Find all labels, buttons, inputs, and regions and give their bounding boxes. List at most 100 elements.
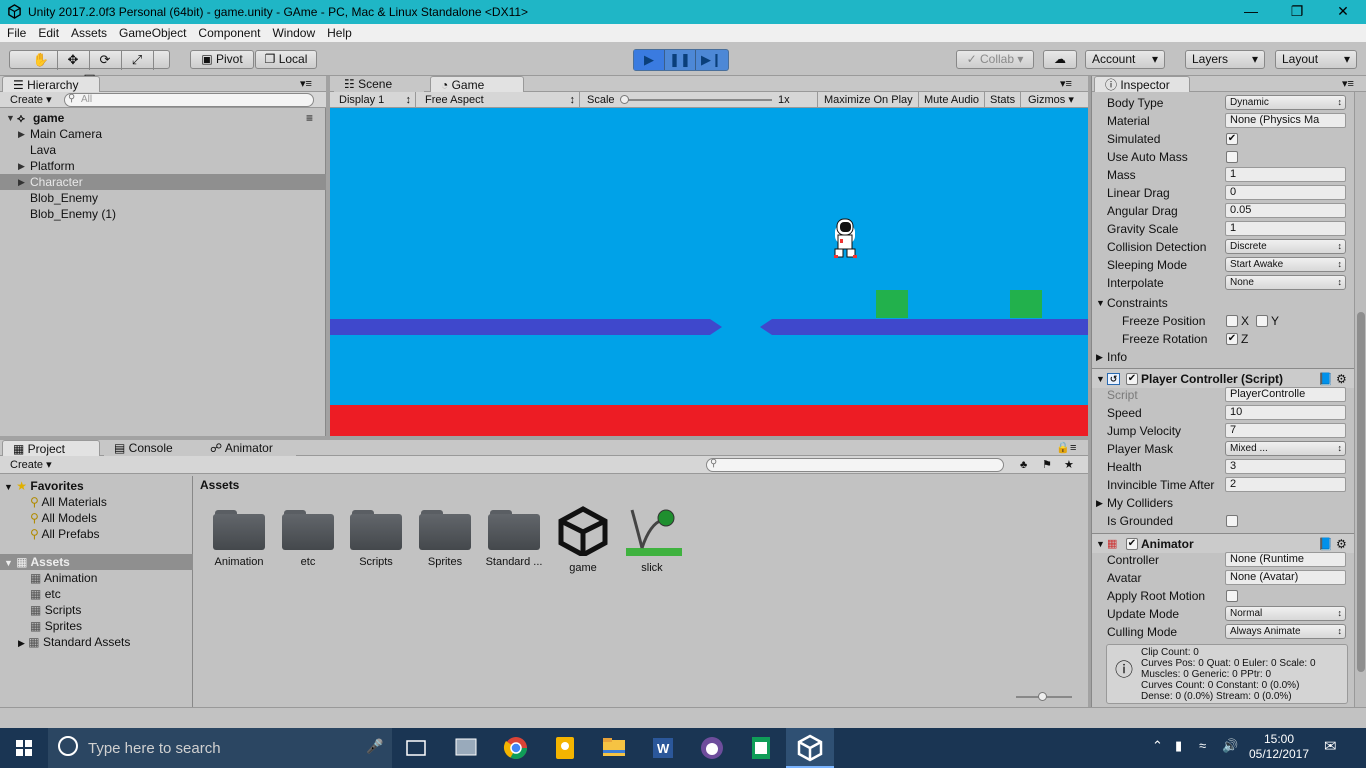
menu-component[interactable]: Component <box>192 24 266 42</box>
hierarchy-create-button[interactable]: Create ▾ <box>10 93 52 107</box>
photos-app-icon[interactable] <box>442 728 490 768</box>
layers-dropdown[interactable]: Layers ▾ <box>1185 50 1265 69</box>
close-icon[interactable]: ✕ <box>1320 0 1366 24</box>
restore-icon[interactable]: ❐ <box>1274 0 1320 24</box>
my-colliders-foldout[interactable]: ▶ My Colliders <box>1092 494 1354 512</box>
property-field[interactable]: None (Runtime <box>1225 552 1346 567</box>
list-item[interactable]: ⚲ All Materials <box>30 494 107 510</box>
tab-inspector[interactable]: ⓘ Inspector <box>1094 76 1190 92</box>
scale-tool-icon[interactable]: ⤢ <box>122 51 154 70</box>
property-checkbox[interactable] <box>1226 590 1238 602</box>
list-item[interactable]: Blob_Enemy (1) <box>0 206 326 222</box>
favorites-row[interactable]: ▼ ★ Favorites <box>4 478 84 494</box>
property-field[interactable]: None (Physics Ma <box>1225 113 1346 128</box>
word-icon[interactable]: W <box>639 728 687 768</box>
maximize-on-play-toggle[interactable]: Maximize On Play <box>819 92 919 108</box>
assets-row[interactable]: ▼ ▦ Assets <box>0 554 193 570</box>
battery-icon[interactable]: ▮ <box>1175 738 1182 754</box>
filter-by-type-icon[interactable]: ♣ <box>1020 458 1027 472</box>
property-field[interactable]: 1 <box>1225 167 1346 182</box>
chevron-up-icon[interactable]: ⌃ <box>1152 738 1163 754</box>
unity-taskbar-icon[interactable] <box>786 728 834 768</box>
property-field[interactable]: 1 <box>1225 221 1346 236</box>
account-dropdown[interactable]: Account ▾ <box>1085 50 1165 69</box>
task-view-icon[interactable] <box>392 728 440 768</box>
gizmos-dropdown[interactable]: Gizmos ▾ <box>1023 92 1079 108</box>
property-dropdown[interactable]: Start Awake <box>1225 257 1346 272</box>
project-create-button[interactable]: Create ▾ <box>10 458 52 472</box>
layout-dropdown[interactable]: Layout ▾ <box>1275 50 1357 69</box>
freeze-position-x-checkbox[interactable] <box>1226 315 1238 327</box>
chrome-icon[interactable] <box>492 728 540 768</box>
notifications-icon[interactable]: ✉ <box>1324 737 1337 755</box>
property-field[interactable]: 10 <box>1225 405 1346 420</box>
tab-game[interactable]: ◔ Game <box>430 76 524 92</box>
pivot-button[interactable]: ▣ Pivot <box>190 50 254 69</box>
list-item[interactable]: ▶ Main Camera <box>0 126 326 142</box>
github-desktop-icon[interactable] <box>688 728 736 768</box>
player-controller-component-header[interactable]: ▼ ↺ ✔ Player Controller (Script) 📘 ⚙ <box>1092 368 1354 388</box>
list-item[interactable]: ▦ Scripts <box>30 602 81 618</box>
list-item[interactable]: ▦ Animation <box>30 570 97 586</box>
list-item[interactable]: Lava <box>0 142 326 158</box>
minimize-icon[interactable]: — <box>1228 0 1274 24</box>
panel-menu-icon[interactable]: ▾≡ <box>1060 77 1072 91</box>
filter-by-label-icon[interactable]: ⚑ <box>1042 458 1052 472</box>
property-field[interactable]: 0.05 <box>1225 203 1346 218</box>
pause-icon[interactable]: ❚❚ <box>665 50 696 70</box>
menu-file[interactable]: File <box>0 24 32 42</box>
asset-folder-scripts[interactable]: Scripts <box>343 500 409 568</box>
play-icon[interactable]: ▶ <box>634 50 665 70</box>
property-dropdown[interactable]: None <box>1225 275 1346 290</box>
cloud-button[interactable]: ☁ <box>1043 50 1077 69</box>
lock-icon[interactable]: 🔒 <box>1056 441 1070 455</box>
taskbar-search-box[interactable]: Type here to search 🎤 <box>48 728 392 768</box>
menu-gameobject[interactable]: GameObject <box>113 24 192 42</box>
tab-scene[interactable]: ☷ Scene <box>334 76 424 92</box>
property-dropdown[interactable]: Discrete <box>1225 239 1346 254</box>
scale-thumb[interactable] <box>620 95 629 104</box>
scale-slider[interactable]: Scale 1x <box>582 92 818 108</box>
tab-hierarchy[interactable]: ☰ Hierarchy <box>2 76 100 92</box>
property-field[interactable]: None (Avatar) <box>1225 570 1346 585</box>
property-dropdown[interactable]: Normal <box>1225 606 1346 621</box>
asset-folder-animation[interactable]: Animation <box>206 500 272 568</box>
component-enabled-checkbox[interactable]: ✔ <box>1126 373 1138 385</box>
windows-start-icon[interactable] <box>0 728 48 768</box>
property-checkbox[interactable]: ✔ <box>1226 133 1238 145</box>
aspect-dropdown[interactable]: Free Aspect ↕ <box>420 92 580 108</box>
property-checkbox[interactable] <box>1226 151 1238 163</box>
asset-folder-etc[interactable]: etc <box>275 500 341 568</box>
hierarchy-search-input[interactable]: All <box>64 93 314 107</box>
menu-help[interactable]: Help <box>321 24 358 42</box>
list-item[interactable]: Blob_Enemy <box>0 190 326 206</box>
panel-menu-icon[interactable]: ▾≡ <box>1342 77 1354 91</box>
move-tool-icon[interactable]: ✥ <box>58 51 90 70</box>
stats-toggle[interactable]: Stats <box>985 92 1022 108</box>
property-field[interactable]: PlayerControlle <box>1225 387 1346 402</box>
collab-button[interactable]: ✓ Collab ▾ <box>956 50 1034 69</box>
inspector-scrollbar[interactable] <box>1354 92 1366 707</box>
favorite-star-icon[interactable]: ★ <box>1064 458 1074 472</box>
icon-size-thumb[interactable] <box>1038 692 1047 701</box>
asset-scene-game[interactable]: game <box>550 500 616 574</box>
tab-animator[interactable]: ☍ Animator <box>200 440 296 456</box>
property-field[interactable]: 3 <box>1225 459 1346 474</box>
list-item[interactable]: ▶ ▦ Standard Assets <box>18 634 130 650</box>
panel-menu-icon[interactable]: ≡ <box>1070 441 1076 455</box>
local-button[interactable]: ❐ Local <box>255 50 317 69</box>
scene-menu-icon[interactable]: ≡ <box>306 110 313 126</box>
project-search-input[interactable] <box>706 458 1004 472</box>
property-field[interactable]: 2 <box>1225 477 1346 492</box>
scrollbar-thumb[interactable] <box>1357 312 1365 672</box>
tab-console[interactable]: ▤ Console <box>104 440 200 456</box>
hand-tool-icon[interactable]: ✋ <box>26 51 58 70</box>
scene-row[interactable]: ▼ ⟡ game ≡ <box>0 110 326 126</box>
volume-icon[interactable]: 🔊 <box>1222 738 1238 754</box>
list-item[interactable]: ⚲ All Prefabs <box>30 526 100 542</box>
list-item[interactable]: ▦ Sprites <box>30 618 82 634</box>
property-dropdown[interactable]: Dynamic <box>1225 95 1346 110</box>
constraints-foldout[interactable]: ▼ Constraints <box>1092 294 1354 312</box>
list-item-selected[interactable]: ▶ Character <box>0 174 326 190</box>
display-dropdown[interactable]: Display 1 ↕ <box>334 92 416 108</box>
